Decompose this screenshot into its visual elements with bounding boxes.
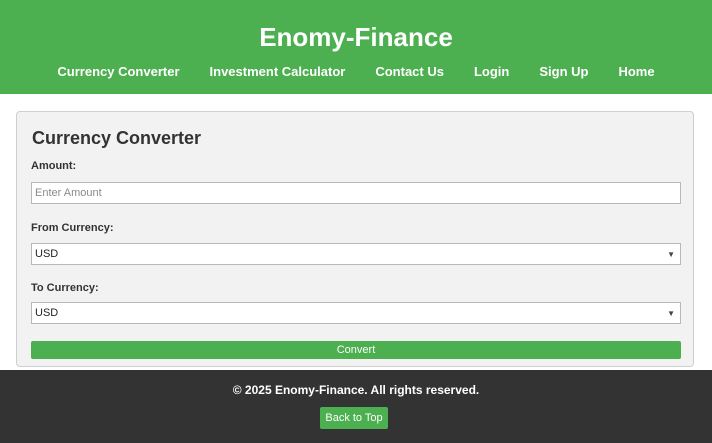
to-currency-value: USD	[35, 307, 59, 319]
from-currency-label: From Currency:	[31, 222, 114, 234]
copyright-text: © 2025 Enomy-Finance. All rights reserve…	[232, 383, 480, 397]
to-currency-label: To Currency:	[31, 282, 99, 294]
convert-button[interactable]: Convert	[31, 341, 681, 359]
chevron-down-icon: ▼	[667, 308, 675, 318]
nav-link-contact-us[interactable]: Contact Us	[375, 64, 444, 79]
amount-label: Amount:	[31, 160, 77, 172]
nav-link-sign-up[interactable]: Sign Up	[539, 64, 588, 79]
nav-link-currency-converter[interactable]: Currency Converter	[57, 64, 179, 79]
chevron-down-icon: ▼	[667, 249, 675, 259]
site-title: Enomy-Finance	[259, 22, 453, 52]
from-currency-select[interactable]: USD ▼	[31, 243, 681, 265]
to-currency-select[interactable]: USD ▼	[31, 302, 681, 324]
nav-link-login[interactable]: Login	[474, 64, 509, 79]
site-header: Enomy-Finance Currency Converter Investm…	[0, 0, 712, 94]
nav-link-investment-calculator[interactable]: Investment Calculator	[210, 64, 346, 79]
site-footer: © 2025 Enomy-Finance. All rights reserve…	[0, 370, 712, 443]
nav-link-home[interactable]: Home	[618, 64, 654, 79]
currency-converter-panel: Currency Converter Amount: From Currency…	[16, 111, 694, 367]
main-nav: Currency Converter Investment Calculator…	[0, 64, 712, 79]
back-to-top-button[interactable]: Back to Top	[320, 407, 388, 429]
panel-title: Currency Converter	[32, 128, 202, 148]
amount-input[interactable]	[31, 182, 681, 204]
from-currency-value: USD	[35, 248, 59, 260]
